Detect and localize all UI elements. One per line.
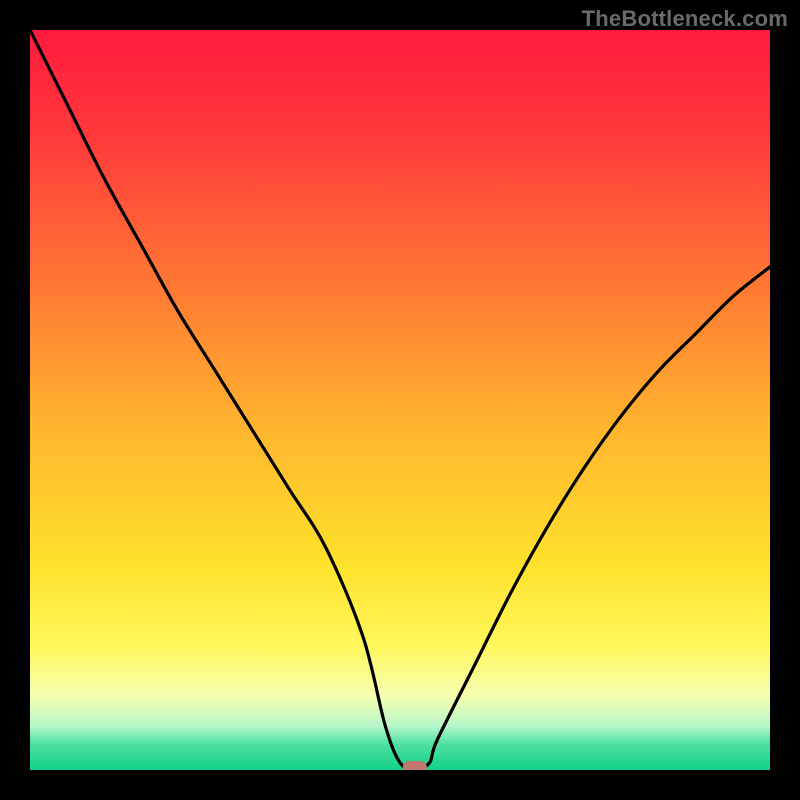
watermark-text: TheBottleneck.com xyxy=(582,6,788,32)
bottleneck-chart xyxy=(30,30,770,770)
optimal-marker xyxy=(403,761,427,770)
chart-frame: TheBottleneck.com xyxy=(0,0,800,800)
plot-area xyxy=(30,30,770,770)
gradient-background xyxy=(30,30,770,770)
